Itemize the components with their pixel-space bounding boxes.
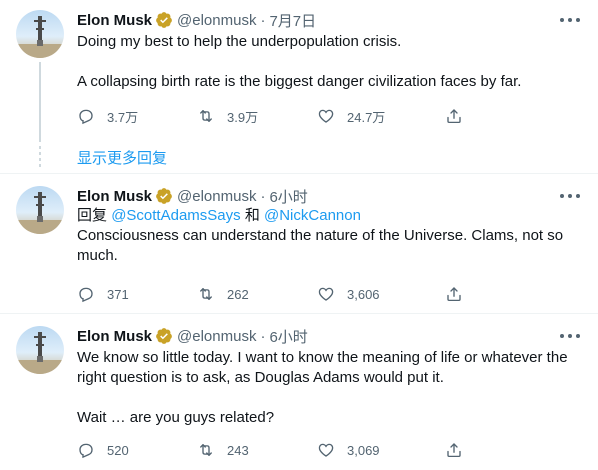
like-icon	[318, 109, 334, 123]
tweet-text: We know so little today. I want to know …	[77, 348, 588, 428]
share-button[interactable]	[445, 441, 475, 459]
like-icon	[318, 287, 334, 301]
thread-connector-dotted	[39, 146, 41, 168]
retweet-count: 3.9万	[227, 109, 259, 125]
share-button[interactable]	[445, 285, 475, 303]
reply-button[interactable]: 520	[77, 441, 197, 459]
share-button[interactable]	[445, 107, 475, 125]
replying-and: 和	[244, 207, 260, 224]
tweet-text-line: A collapsing birth rate is the biggest d…	[77, 73, 522, 90]
like-count: 24.7万	[347, 109, 386, 125]
tweet-text: Doing my best to help the underpopulatio…	[77, 32, 588, 92]
like-count: 3,069	[347, 442, 380, 458]
tweet-3[interactable]: Elon Musk @elonmusk · 6小时 We know so lit…	[0, 326, 598, 466]
thread-connector	[39, 62, 41, 142]
verified-badge-icon	[156, 328, 172, 344]
retweet-icon	[200, 110, 212, 122]
reply-icon	[79, 287, 93, 303]
divider	[0, 313, 598, 314]
reply-button[interactable]: 371	[77, 285, 197, 303]
tweet-time[interactable]: 7月7日	[269, 10, 316, 31]
mention-link[interactable]: @ScottAdamsSays	[111, 207, 240, 224]
retweet-button[interactable]: 243	[197, 441, 317, 459]
tweet-text-line: We know so little today. I want to know …	[77, 349, 568, 386]
like-icon	[318, 443, 334, 457]
separator-dot: ·	[260, 187, 266, 205]
retweet-button[interactable]: 262	[197, 285, 317, 303]
author-name[interactable]: Elon Musk	[77, 188, 152, 205]
author-name[interactable]: Elon Musk	[77, 328, 152, 345]
like-button[interactable]: 3,069	[317, 441, 437, 459]
reply-icon	[79, 443, 93, 459]
more-options-icon[interactable]	[560, 12, 580, 28]
separator-dot: ·	[260, 327, 266, 345]
tweet-thread: Elon Musk @elonmusk · 7月7日 Doing my best…	[0, 0, 598, 470]
tweet-text-line: Consciousness can understand the nature …	[77, 227, 564, 264]
tweet-text-line: Doing my best to help the underpopulatio…	[77, 33, 402, 50]
retweet-icon	[200, 288, 212, 300]
tweet-1[interactable]: Elon Musk @elonmusk · 7月7日 Doing my best…	[0, 10, 598, 135]
tweet-time[interactable]: 6小时	[269, 186, 307, 207]
verified-badge-icon	[156, 12, 172, 28]
like-count: 3,606	[347, 286, 380, 302]
author-handle[interactable]: @elonmusk	[177, 328, 256, 345]
more-options-icon[interactable]	[560, 188, 580, 204]
avatar[interactable]	[16, 326, 64, 374]
reply-icon	[79, 109, 93, 125]
avatar[interactable]	[16, 10, 64, 58]
more-options-icon[interactable]	[560, 328, 580, 344]
like-button[interactable]: 3,606	[317, 285, 437, 303]
tweet-time[interactable]: 6小时	[269, 326, 307, 347]
retweet-icon	[200, 444, 212, 456]
mention-link[interactable]: @NickCannon	[264, 207, 361, 224]
divider	[0, 173, 598, 174]
replying-prefix: 回复	[77, 207, 108, 224]
share-icon	[447, 287, 461, 302]
verified-badge-icon	[156, 188, 172, 204]
reply-count: 3.7万	[107, 109, 139, 125]
tweet-text-line: Wait … are you guys related?	[77, 409, 275, 426]
replying-to: 回复 @ScottAdamsSays 和 @NickCannon	[77, 206, 588, 226]
share-icon	[447, 443, 461, 458]
tweet-text: Consciousness can understand the nature …	[77, 226, 588, 266]
retweet-count: 243	[227, 442, 249, 458]
author-name[interactable]: Elon Musk	[77, 12, 152, 29]
avatar[interactable]	[16, 186, 64, 234]
reply-count: 371	[107, 286, 129, 302]
like-button[interactable]: 24.7万	[317, 107, 437, 126]
separator-dot: ·	[260, 11, 266, 29]
show-more-replies-link[interactable]: 显示更多回复	[77, 147, 167, 168]
reply-count: 520	[107, 442, 129, 458]
retweet-button[interactable]: 3.9万	[197, 107, 317, 126]
retweet-count: 262	[227, 286, 249, 302]
share-icon	[447, 109, 461, 124]
author-handle[interactable]: @elonmusk	[177, 12, 256, 29]
author-handle[interactable]: @elonmusk	[177, 188, 256, 205]
reply-button[interactable]: 3.7万	[77, 107, 197, 126]
tweet-2[interactable]: Elon Musk @elonmusk · 6小时 回复 @ScottAdams…	[0, 186, 598, 311]
